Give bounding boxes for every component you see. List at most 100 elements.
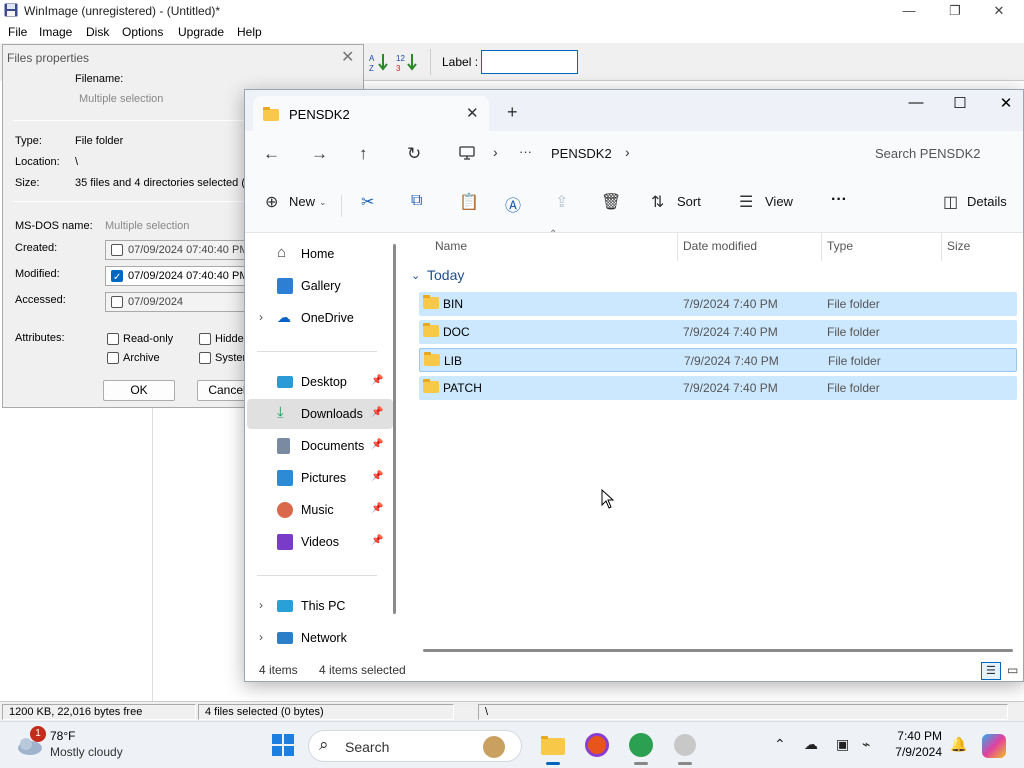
new-icon[interactable]: ⊕ [265,192,278,212]
pin-icon[interactable]: 📌 [371,407,383,418]
nav-item-this-pc[interactable]: › This PC [247,591,393,621]
nav-scrollbar[interactable] [393,244,396,614]
modified-date-field[interactable]: 07/09/2024 07:40:40 PM [105,266,255,287]
details-view-toggle[interactable]: ☰ [981,662,1001,680]
table-row[interactable]: PATCH 7/9/2024 7:40 PM File folder [419,376,1017,400]
selected-count: 4 items selected [319,663,406,677]
new-button[interactable]: New [289,194,315,209]
restore-button[interactable]: ❐ [932,0,978,22]
breadcrumb-more[interactable]: ··· [519,144,532,159]
label-input[interactable] [481,50,578,74]
tiles-view-icon[interactable]: ▭ [1007,663,1018,677]
share-icon[interactable]: ⇪ [555,192,568,212]
nav-item-videos[interactable]: Videos 📌 [247,527,393,557]
explorer-maximize-button[interactable]: ☐ [937,94,983,112]
accessed-date-field[interactable]: 07/09/2024 [105,292,255,312]
nav-item-gallery[interactable]: Gallery [247,271,393,301]
network-icon[interactable]: ⌁ [862,736,870,753]
chevron-right-icon[interactable]: › [625,144,630,160]
table-row[interactable]: BIN 7/9/2024 7:40 PM File folder [419,292,1017,316]
pin-icon[interactable]: 📌 [371,471,383,482]
nav-item-documents[interactable]: Documents 📌 [247,431,393,461]
nav-item-home[interactable]: ⌂ Home [247,239,393,269]
dialog-close-icon[interactable]: ✕ [341,47,354,67]
accessed-checkbox[interactable] [111,296,123,308]
menu-disk[interactable]: Disk [86,25,109,39]
hidden-checkbox[interactable] [199,333,211,345]
up-icon[interactable]: ↑ [359,144,368,164]
view-icon[interactable]: ☰ [739,192,753,212]
chevron-up-icon[interactable]: ⌃ [774,736,786,753]
readonly-checkbox[interactable] [107,333,119,345]
nav-item-network[interactable]: › Network [247,623,393,653]
display-icon[interactable]: ▣ [836,736,849,753]
new-tab-icon[interactable]: + [507,102,518,123]
minimize-button[interactable]: — [886,0,932,22]
clock-date[interactable]: 7/9/2024 [890,745,942,759]
monitor-icon[interactable] [459,146,475,160]
file-explorer-app-icon[interactable] [538,730,568,765]
nav-item-pictures[interactable]: Pictures 📌 [247,463,393,493]
system-checkbox[interactable] [199,352,211,364]
winimage-app-icon[interactable] [626,730,656,765]
app-icon[interactable] [670,730,700,765]
created-checkbox[interactable] [111,244,123,256]
pin-icon[interactable]: 📌 [371,503,383,514]
more-options-icon[interactable]: ··· [831,191,847,209]
pin-icon[interactable]: 📌 [371,375,383,386]
weather-description[interactable]: Mostly cloudy [50,745,123,759]
weather-temperature[interactable]: 78°F [50,729,75,743]
delete-icon[interactable]: 🗑 [601,192,621,212]
horizontal-scrollbar[interactable] [423,649,1013,652]
details-button[interactable]: Details [967,194,1007,209]
rename-icon[interactable]: Ⓐ [505,192,521,216]
refresh-icon[interactable]: ↻ [407,144,421,164]
cut-icon[interactable]: ✂ [361,192,374,212]
tab-pensdk2[interactable]: PENSDK2 ✕ [253,96,489,131]
back-icon[interactable]: ← [263,144,280,164]
menu-image[interactable]: Image [39,25,72,39]
chevron-right-icon[interactable]: › [259,598,263,612]
start-windows-icon[interactable] [271,733,295,757]
modified-checkbox[interactable] [111,269,123,287]
sort-ascending-icon[interactable]: A Z [368,51,390,73]
paste-icon[interactable]: 📋 [459,192,479,212]
explorer-minimize-button[interactable]: — [893,94,939,111]
search-input[interactable]: Search PENSDK2 [865,139,1019,169]
menu-help[interactable]: Help [237,25,262,39]
sort-button[interactable]: Sort [677,194,701,209]
pin-icon[interactable]: 📌 [371,439,383,450]
notification-bell-icon[interactable]: 🔔 [950,736,967,753]
explorer-close-button[interactable]: ✕ [983,94,1023,112]
clock-time[interactable]: 7:40 PM [896,729,942,743]
nav-item-music[interactable]: Music 📌 [247,495,393,525]
menu-options[interactable]: Options [122,25,163,39]
archive-checkbox[interactable] [107,352,119,364]
details-pane-icon[interactable]: ◫ [943,192,958,212]
menu-upgrade[interactable]: Upgrade [178,25,224,39]
menu-file[interactable]: File [8,25,27,39]
sort-icon[interactable]: ⇅ [651,192,664,212]
nav-item-onedrive[interactable]: › ☁ OneDrive [247,303,393,333]
table-row[interactable]: DOC 7/9/2024 7:40 PM File folder [419,320,1017,344]
view-button[interactable]: View [765,194,793,209]
ok-button[interactable]: OK [103,380,175,401]
nav-item-downloads[interactable]: ⤓ Downloads 📌 [247,399,393,429]
chevron-right-icon[interactable]: › [259,630,263,644]
pin-icon[interactable]: 📌 [371,535,383,546]
chevron-right-icon[interactable]: › [259,310,263,324]
close-button[interactable]: ✕ [976,0,1022,22]
table-row[interactable]: LIB 7/9/2024 7:40 PM File folder [419,348,1017,372]
copilot-icon[interactable] [982,734,1006,758]
tab-close-icon[interactable]: ✕ [466,104,479,122]
nav-item-desktop[interactable]: Desktop 📌 [247,367,393,397]
sort-numeric-icon[interactable]: 12 3 [396,51,418,73]
firefox-app-icon[interactable] [582,730,612,760]
taskbar-search[interactable]: ⌕ Search [308,730,522,762]
breadcrumb-item-pensdk2[interactable]: PENSDK2 [551,146,612,161]
breadcrumb[interactable]: › ··· PENSDK2 › [451,139,851,169]
created-date-field[interactable]: 07/09/2024 07:40:40 PM [105,240,255,260]
cloud-offline-icon[interactable]: ☁ [804,736,818,753]
forward-icon[interactable]: → [311,144,328,164]
copy-icon[interactable]: ⧉ [411,192,422,210]
